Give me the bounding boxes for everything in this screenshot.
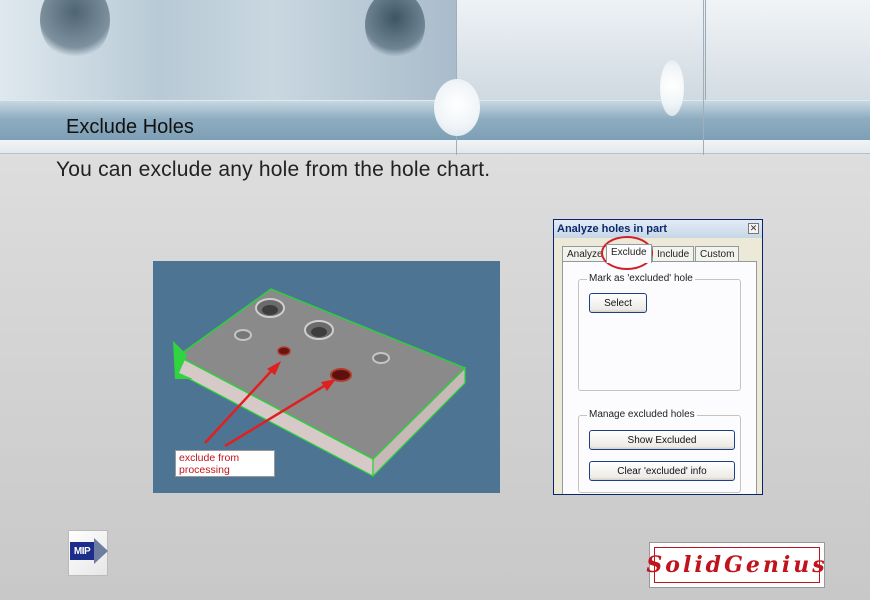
- decorative-oval: [660, 60, 684, 116]
- hole-large-2-inner: [311, 327, 327, 337]
- title-underline: [0, 140, 870, 154]
- tab-include[interactable]: Include: [652, 246, 695, 262]
- slide-title: Exclude Holes: [66, 116, 194, 138]
- hole-excluded-1: [277, 346, 291, 356]
- tab-exclude[interactable]: Exclude: [606, 244, 652, 263]
- decorative-oval: [434, 79, 480, 136]
- mark-excluded-group: Mark as 'excluded' hole Select: [578, 273, 741, 391]
- select-button[interactable]: Select: [589, 293, 647, 313]
- manage-excluded-group-label: Manage excluded holes: [587, 409, 697, 420]
- solidgenius-logo-frame: [654, 547, 820, 583]
- banner-figure-right: [365, 0, 425, 60]
- show-excluded-button[interactable]: Show Excluded: [589, 430, 735, 450]
- hole-excluded-2: [330, 368, 352, 382]
- banner-divider: [703, 0, 704, 155]
- hole-small-2: [372, 352, 390, 364]
- close-icon[interactable]: ✕: [748, 223, 759, 234]
- mip-logo-text: MIP: [70, 542, 94, 560]
- analyze-holes-dialog: Analyze holes in part ✕ Analyze Exclude …: [553, 219, 763, 495]
- banner-corner-panel: [705, 0, 870, 100]
- dialog-title: Analyze holes in part: [554, 220, 762, 238]
- hole-large-1-inner: [262, 305, 278, 315]
- mark-excluded-group-label: Mark as 'excluded' hole: [587, 273, 695, 284]
- solidgenius-logo: SolidGenius: [646, 542, 825, 588]
- mip-logo: MIP: [68, 530, 110, 576]
- clear-excluded-info-button[interactable]: Clear 'excluded' info: [589, 461, 735, 481]
- tab-custom[interactable]: Custom: [695, 246, 740, 262]
- manage-excluded-group: Manage excluded holes Show Excluded Clea…: [578, 409, 741, 493]
- slide-subtitle: You can exclude any hole from the hole c…: [56, 158, 491, 181]
- banner-photo: [0, 0, 456, 100]
- hole-small-1: [234, 329, 252, 341]
- callout-label: exclude from processing: [175, 450, 275, 477]
- play-arrow-icon: [94, 538, 108, 564]
- tab-panel-exclude: Mark as 'excluded' hole Select Manage ex…: [562, 261, 757, 494]
- banner-figure-left: [40, 0, 110, 60]
